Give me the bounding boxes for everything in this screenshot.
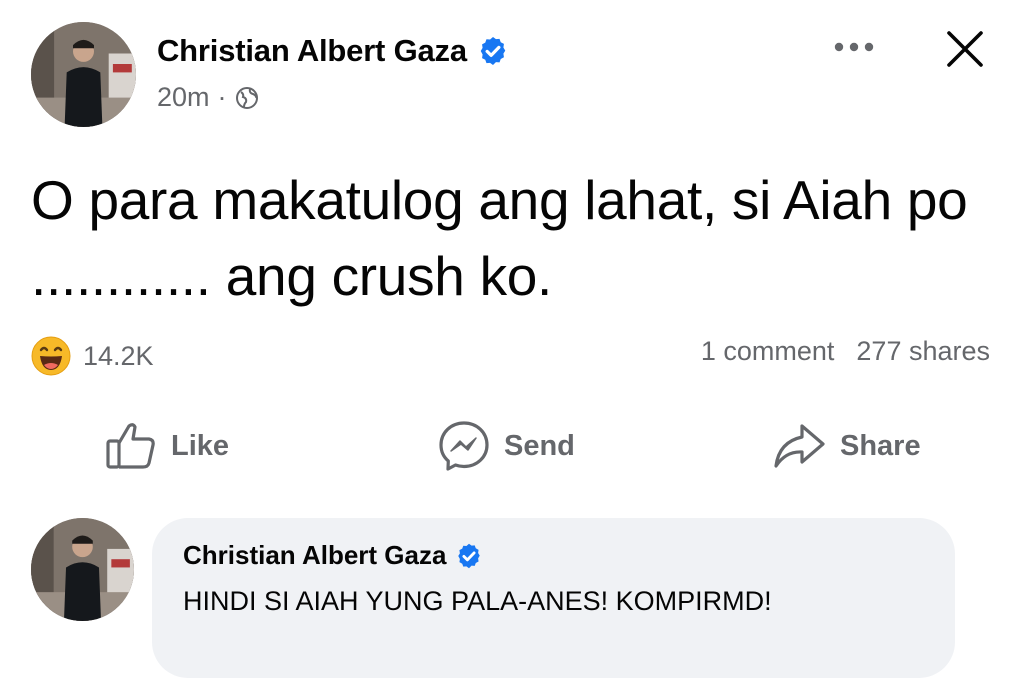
reactions-summary[interactable]: 14.2K (31, 336, 154, 376)
share-button[interactable]: Share (772, 418, 921, 474)
share-icon (774, 424, 825, 468)
meta-separator: · (217, 82, 227, 112)
messenger-icon (439, 421, 489, 471)
send-label: Send (504, 429, 575, 462)
post-time[interactable]: 20m (157, 82, 210, 113)
more-options-icon (834, 42, 874, 52)
globe-icon (235, 86, 258, 109)
haha-reaction-icon (31, 336, 71, 376)
comment-count[interactable]: 1 comment (701, 336, 835, 367)
more-options-button[interactable] (830, 30, 878, 64)
verified-badge-icon (458, 543, 481, 568)
author-name[interactable]: Christian Albert Gaza (157, 33, 509, 69)
close-icon (947, 31, 983, 67)
comment-text: HINDI SI AIAH YUNG PALA-ANES! KOMPIRMD! (183, 586, 772, 616)
engagement-counts: 1 comment 277 shares (701, 336, 990, 367)
comment-author-name[interactable]: Christian Albert Gaza (183, 540, 446, 571)
post-meta: 20m · (157, 82, 259, 113)
reaction-count: 14.2K (83, 340, 154, 371)
post-text: O para makatulog ang lahat, si Aiah po .… (31, 169, 968, 307)
send-button[interactable]: Send (438, 418, 575, 474)
avatar-photo (31, 518, 134, 621)
like-button[interactable]: Like (105, 418, 229, 474)
share-count[interactable]: 277 shares (856, 336, 990, 367)
author-name-text[interactable]: Christian Albert Gaza (157, 33, 467, 69)
commenter-avatar[interactable] (31, 518, 134, 621)
close-button[interactable] (941, 25, 989, 73)
avatar-photo (31, 22, 136, 127)
like-label: Like (171, 429, 230, 462)
verified-badge-icon (480, 37, 506, 65)
author-avatar[interactable] (31, 22, 136, 127)
comment-author[interactable]: Christian Albert Gaza (183, 540, 483, 571)
like-icon (106, 423, 155, 469)
share-label: Share (840, 429, 921, 462)
